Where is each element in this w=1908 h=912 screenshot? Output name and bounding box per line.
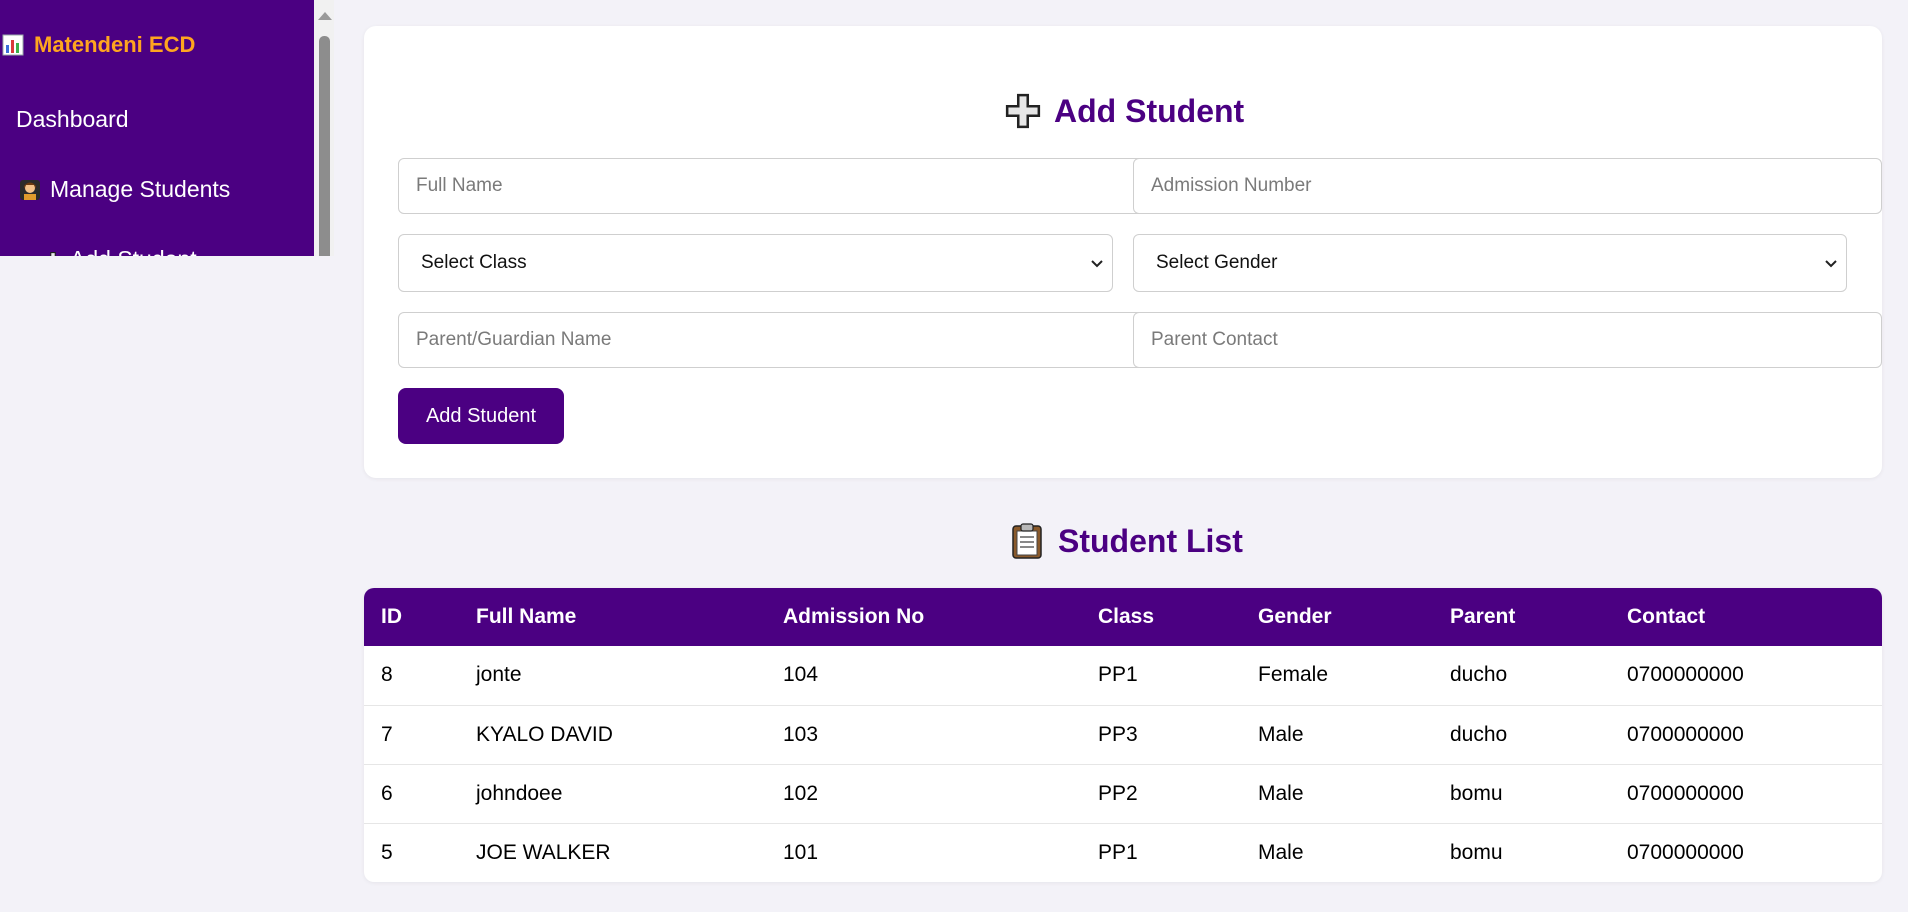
sidebar: Matendeni ECD Dashboard Manage Students … [0,0,314,256]
column-header-gender: Gender [1258,605,1332,628]
cell-class: PP1 [1098,663,1138,687]
cell-full-name: jonte [476,663,522,687]
chevron-down-icon [1091,260,1103,268]
cell-id: 7 [364,704,459,764]
cell-class: PP3 [1081,704,1241,764]
sidebar-scrollbar[interactable] [314,0,334,256]
column-header-id: ID [381,605,402,628]
brand[interactable]: Matendeni ECD [2,32,195,58]
column-header-full-name: Full Name [476,605,577,628]
cell-parent: bomu [1433,822,1610,882]
cell-full-name: KYALO DAVID [459,704,766,764]
cell-gender: Male [1241,822,1433,882]
table-row: 6 johndoee 102 PP2 Male bomu 0700000000 [364,763,1882,823]
cell-admission-no: 104 [783,663,819,687]
cell-admission-no: 103 [766,704,1081,764]
cell-admission-no: 102 [766,763,1081,823]
clipboard-icon [1012,523,1042,559]
sidebar-item-label: Dashboard [16,106,129,132]
column-header-class: Class [1098,605,1155,628]
cell-id: 5 [364,822,459,882]
table-header-row: ID Full Name Admission No Class Gender P… [364,588,1882,646]
cell-parent: bomu [1433,763,1610,823]
sidebar-item-add-student[interactable]: Add Student [44,246,197,256]
full-name-field[interactable] [398,158,1156,214]
add-student-button[interactable]: Add Student [398,388,564,444]
plus-icon [50,251,56,256]
plus-icon [1005,93,1041,129]
cell-parent: ducho [1450,663,1508,687]
cell-gender: Female [1258,663,1329,687]
form-title: Add Student [1004,92,1244,130]
cell-parent: ducho [1433,704,1610,764]
chevron-down-icon [1825,260,1837,268]
cell-gender: Male [1241,704,1433,764]
cell-full-name: JOE WALKER [459,822,766,882]
sidebar-item-dashboard[interactable]: Dashboard [16,106,129,133]
brand-name: Matendeni ECD [34,32,196,57]
class-select[interactable]: Select Class [398,234,1113,292]
cell-contact: 0700000000 [1627,663,1744,687]
scroll-up-icon[interactable] [318,12,332,20]
admission-number-field[interactable] [1133,158,1882,214]
cell-contact: 0700000000 [1610,704,1882,764]
class-select-value: Select Class [421,252,527,273]
cell-id: 8 [381,663,393,687]
cell-class: PP2 [1081,763,1241,823]
cell-id: 6 [364,763,459,823]
student-table: ID Full Name Admission No Class Gender P… [364,588,1882,882]
form-title-text: Add Student [1054,92,1245,129]
cell-class: PP1 [1081,822,1241,882]
column-header-parent: Parent [1450,605,1516,628]
cell-admission-no: 101 [766,822,1081,882]
table-row: 5 JOE WALKER 101 PP1 Male bomu 070000000… [364,822,1882,882]
gender-select-value: Select Gender [1156,252,1278,273]
parent-name-field[interactable] [398,312,1156,368]
cell-contact: 0700000000 [1610,822,1882,882]
bar-chart-icon [2,34,24,56]
student-list-title: Student List [1008,522,1243,560]
gender-select[interactable]: Select Gender [1133,234,1847,292]
column-header-admission-no: Admission No [783,605,925,628]
parent-contact-field[interactable] [1133,312,1882,368]
sidebar-item-label: Add Student [70,246,197,256]
sidebar-item-label: Manage Students [50,176,231,202]
column-header-contact: Contact [1627,605,1706,628]
table-row: 7 KYALO DAVID 103 PP3 Male ducho 0700000… [364,704,1882,764]
cell-contact: 0700000000 [1610,763,1882,823]
student-icon [20,179,40,200]
student-list-title-text: Student List [1058,522,1243,559]
sidebar-item-manage-students[interactable]: Manage Students [18,176,230,203]
scroll-thumb[interactable] [319,36,330,256]
cell-full-name: johndoee [459,763,766,823]
table-row: 8 jonte 104 PP1 Female ducho 0700000000 [364,646,1882,705]
cell-gender: Male [1241,763,1433,823]
